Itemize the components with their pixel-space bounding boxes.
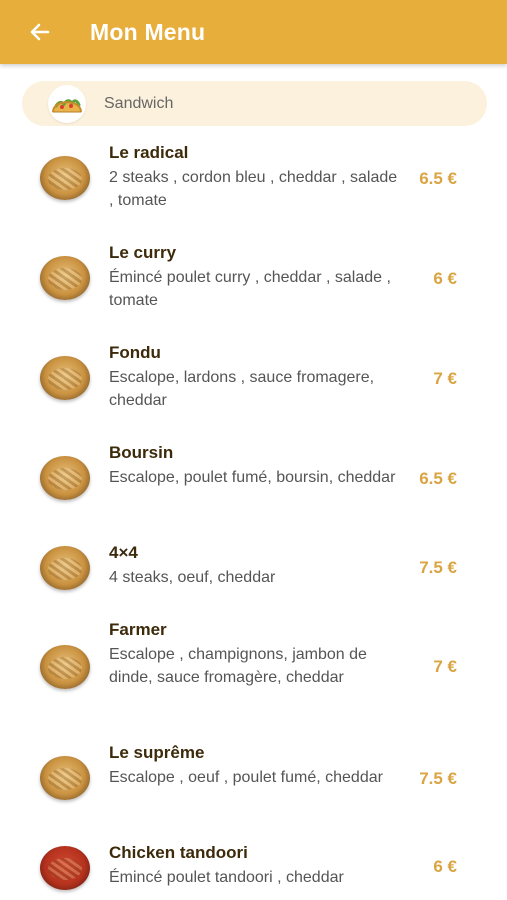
item-name: Boursin [109,443,174,462]
item-description: Émincé poulet tandoori , cheddar [109,869,344,886]
item-name: Chicken tandoori [109,843,248,862]
item-name: Le curry [109,243,177,262]
page-title: Mon Menu [90,18,206,45]
item-thumbnail [40,756,90,800]
item-price: 6 € [433,857,457,876]
item-description: Escalope, lardons , sauce fromagere, che… [109,369,375,409]
category-label: Sandwich [104,94,174,112]
item-thumbnail [40,356,90,400]
item-name: Fondu [109,343,161,362]
item-description: Escalope , oeuf , poulet fumé, cheddar [109,769,383,786]
item-price: 7 € [433,369,457,388]
item-description: Émincé poulet curry , cheddar , salade ,… [109,269,391,309]
menu-item-le-supreme[interactable]: Le suprême Escalope , oeuf , poulet fumé… [0,740,507,820]
category-chip-sandwich[interactable]: Sandwich [22,81,487,126]
item-price: 6.5 € [419,169,457,188]
item-description: Escalope, poulet fumé, boursin, cheddar [109,469,396,486]
arrow-left-icon [30,23,50,41]
item-price: 7.5 € [419,769,457,788]
menu-item-4x4[interactable]: 4×4 4 steaks, oeuf, cheddar 7.5 € [0,540,507,600]
item-name: Le radical [109,143,189,162]
item-price: 6 € [433,269,457,288]
menu-item-le-curry[interactable]: Le curry Émincé poulet curry , cheddar ,… [0,240,507,320]
item-thumbnail [40,456,90,500]
item-thumbnail [40,546,90,590]
item-name: Farmer [109,620,167,639]
item-name: 4×4 [109,543,138,562]
item-thumbnail [40,156,90,200]
item-description: 2 steaks , cordon bleu , cheddar , salad… [109,169,398,209]
item-name: Le suprême [109,743,205,762]
menu-item-le-radical[interactable]: Le radical 2 steaks , cordon bleu , ched… [0,140,507,220]
item-thumbnail [40,256,90,300]
item-price: 6.5 € [419,469,457,488]
item-description: Escalope , champignons, jambon de dinde,… [109,646,367,686]
taco-icon [48,84,86,123]
menu-item-chicken-tandoori[interactable]: Chicken tandoori Émincé poulet tandoori … [0,840,507,898]
item-thumbnail [40,846,90,890]
item-price: 7 € [433,657,457,676]
back-button[interactable] [20,12,60,52]
item-description: 4 steaks, oeuf, cheddar [109,569,276,586]
item-thumbnail [40,645,90,689]
menu-item-fondu[interactable]: Fondu Escalope, lardons , sauce fromager… [0,340,507,420]
menu-item-boursin[interactable]: Boursin Escalope, poulet fumé, boursin, … [0,440,507,520]
menu-item-farmer[interactable]: Farmer Escalope , champignons, jambon de… [0,617,507,717]
item-price: 7.5 € [419,558,457,577]
app-bar: Mon Menu [0,0,507,64]
